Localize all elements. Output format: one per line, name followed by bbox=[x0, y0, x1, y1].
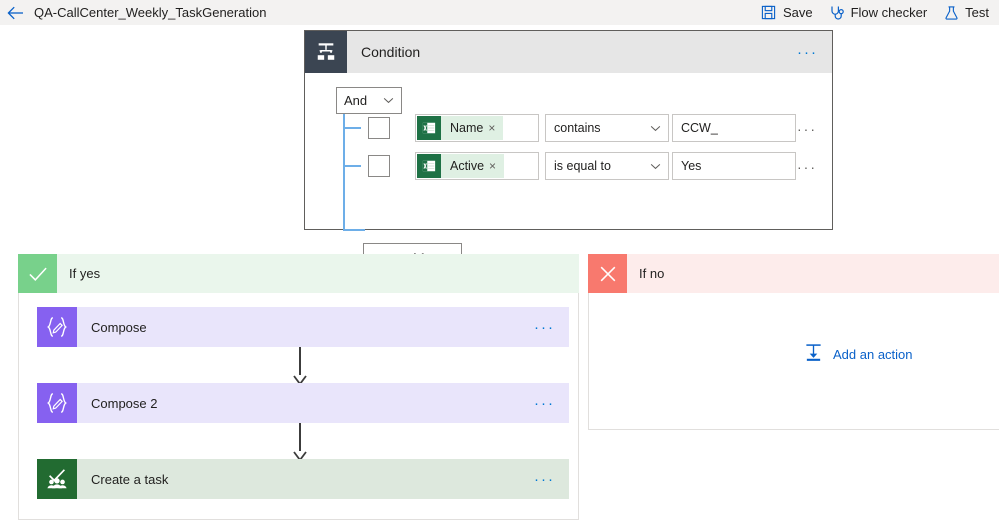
save-label: Save bbox=[782, 5, 813, 20]
condition-value-text: CCW_ bbox=[681, 121, 718, 135]
condition-operator-value: is equal to bbox=[554, 159, 611, 173]
action-more-menu[interactable]: ··· bbox=[534, 320, 555, 335]
page-title: QA-CallCenter_Weekly_TaskGeneration bbox=[34, 5, 267, 20]
chevron-down-icon bbox=[383, 97, 394, 104]
logic-operator-value: And bbox=[344, 93, 368, 108]
add-an-action-button[interactable]: Add an action bbox=[804, 343, 913, 365]
condition-value-input[interactable]: CCW_ bbox=[672, 114, 796, 142]
condition-row-more-menu[interactable]: ··· bbox=[797, 160, 817, 174]
branch-if-no-title: If no bbox=[639, 266, 665, 281]
branch-if-no-body: Add an action bbox=[588, 293, 999, 430]
branch-if-no-header: If no bbox=[588, 254, 999, 293]
condition-title: Condition bbox=[361, 44, 421, 60]
flow-checker-label: Flow checker bbox=[850, 5, 928, 20]
action-title: Create a task bbox=[91, 471, 169, 487]
action-title: Compose bbox=[91, 319, 147, 335]
branch-if-yes-body: Compose ··· Compose 2 ··· Create a task … bbox=[18, 293, 579, 520]
back-arrow-icon bbox=[6, 6, 24, 20]
connector-arrow bbox=[293, 347, 307, 385]
action-card-create-a-task[interactable]: Create a task ··· bbox=[37, 459, 569, 499]
logic-operator-dropdown[interactable]: And bbox=[336, 87, 402, 114]
condition-value-input[interactable]: Yes bbox=[672, 152, 796, 180]
excel-icon bbox=[417, 154, 441, 178]
branch-if-yes-header: If yes bbox=[18, 254, 579, 293]
flow-checker-button[interactable]: Flow checker bbox=[829, 5, 928, 21]
compose-icon bbox=[37, 307, 77, 347]
condition-card[interactable]: Condition ··· And Name × contains CCW_ ·… bbox=[304, 30, 834, 273]
condition-operator-dropdown[interactable]: is equal to bbox=[545, 152, 669, 180]
chevron-down-icon bbox=[650, 125, 661, 132]
connector-arrow bbox=[293, 423, 307, 461]
token-label: Name bbox=[450, 121, 484, 135]
condition-tree-branch-add bbox=[343, 229, 365, 231]
condition-body: And Name × contains CCW_ ··· Active × is… bbox=[305, 73, 834, 273]
condition-operator-value: contains bbox=[554, 121, 601, 135]
token-label: Active bbox=[450, 159, 485, 173]
action-more-menu[interactable]: ··· bbox=[534, 472, 555, 487]
close-icon[interactable]: × bbox=[489, 159, 504, 173]
command-bar-actions: Save Flow checker Test bbox=[761, 0, 999, 25]
condition-value-text: Yes bbox=[681, 159, 702, 173]
stethoscope-icon bbox=[829, 5, 845, 21]
add-action-icon bbox=[804, 343, 823, 365]
branch-if-no: If no Add an action bbox=[588, 254, 999, 430]
condition-row: Active × is equal to Yes ··· bbox=[305, 152, 834, 180]
dynamic-content-token[interactable]: Name × bbox=[417, 116, 504, 140]
excel-icon bbox=[417, 116, 441, 140]
action-card-compose-2[interactable]: Compose 2 ··· bbox=[37, 383, 569, 423]
compose-icon bbox=[37, 383, 77, 423]
flask-icon bbox=[943, 5, 959, 21]
flow-canvas: Condition ··· And Name × contains CCW_ ·… bbox=[0, 25, 999, 520]
condition-row-checkbox[interactable] bbox=[368, 117, 390, 139]
cross-icon bbox=[588, 254, 627, 293]
action-more-menu[interactable]: ··· bbox=[534, 396, 555, 411]
condition-field-input[interactable]: Name × bbox=[415, 114, 539, 142]
save-floppy-icon bbox=[761, 5, 777, 21]
command-bar: QA-CallCenter_Weekly_TaskGeneration Save bbox=[0, 0, 999, 26]
condition-row-checkbox[interactable] bbox=[368, 155, 390, 177]
condition-header[interactable]: Condition ··· bbox=[305, 31, 832, 73]
branch-if-yes: If yes Compose ··· Compose 2 ··· Create … bbox=[18, 254, 579, 520]
action-card-compose[interactable]: Compose ··· bbox=[37, 307, 569, 347]
branch-if-yes-title: If yes bbox=[69, 266, 101, 281]
save-button[interactable]: Save bbox=[761, 5, 813, 21]
condition-row-more-menu[interactable]: ··· bbox=[797, 122, 817, 136]
test-label: Test bbox=[965, 5, 989, 20]
checkmark-icon bbox=[18, 254, 57, 293]
condition-branch-icon bbox=[305, 31, 347, 73]
test-button[interactable]: Test bbox=[943, 5, 989, 21]
condition-field-input[interactable]: Active × bbox=[415, 152, 539, 180]
action-title: Compose 2 bbox=[91, 395, 158, 411]
add-an-action-label: Add an action bbox=[833, 346, 913, 362]
planner-task-icon bbox=[37, 459, 77, 499]
condition-row: Name × contains CCW_ ··· bbox=[305, 114, 834, 142]
back-button[interactable] bbox=[0, 0, 30, 25]
condition-operator-dropdown[interactable]: contains bbox=[545, 114, 669, 142]
close-icon[interactable]: × bbox=[488, 121, 503, 135]
condition-more-menu[interactable]: ··· bbox=[797, 45, 818, 60]
dynamic-content-token[interactable]: Active × bbox=[417, 154, 505, 178]
chevron-down-icon bbox=[650, 163, 661, 170]
